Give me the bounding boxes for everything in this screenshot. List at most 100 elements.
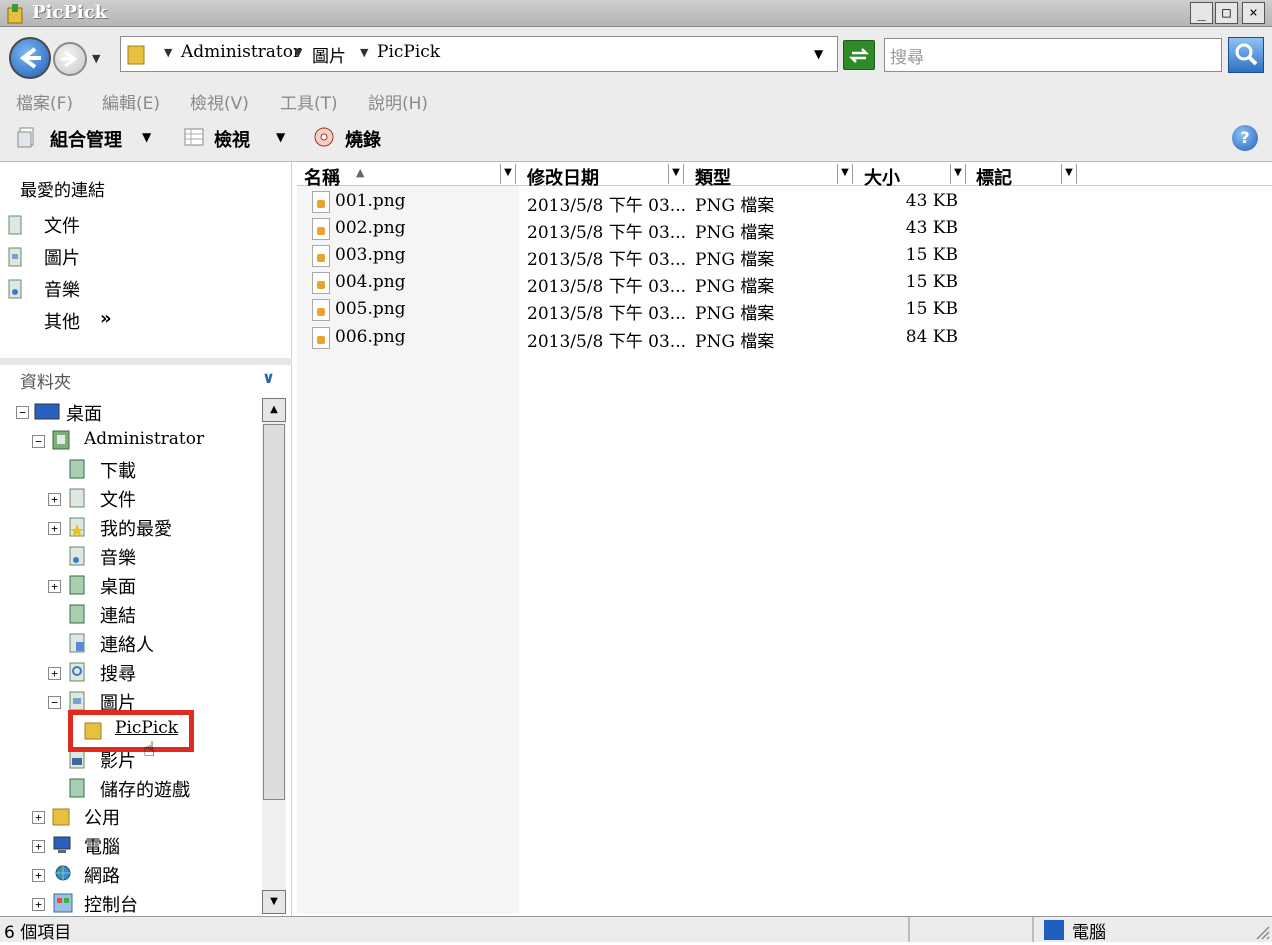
column-filter-dropdown[interactable]: ▼ xyxy=(668,164,684,184)
chevron-down-icon[interactable]: ▼ xyxy=(164,46,172,59)
sorted-column-shade xyxy=(297,186,519,914)
expand-toggle[interactable]: + xyxy=(32,840,45,853)
organize-dropdown-icon[interactable]: ▼ xyxy=(142,130,151,144)
expand-toggle[interactable]: + xyxy=(48,493,61,506)
menu-edit[interactable]: 編輯(E) xyxy=(102,89,160,114)
chevron-down-icon[interactable]: ▼ xyxy=(294,46,302,59)
expand-toggle[interactable]: + xyxy=(48,580,61,593)
file-size: 43 KB xyxy=(905,218,958,238)
chevron-down-icon[interactable]: ▼ xyxy=(360,46,368,59)
recent-pages-dropdown[interactable]: ▼ xyxy=(92,52,100,65)
contacts-folder-icon xyxy=(68,632,86,654)
favorite-more[interactable]: 其他 xyxy=(44,308,80,334)
search-button[interactable] xyxy=(1228,37,1264,73)
column-header-size[interactable]: 大小 xyxy=(864,164,900,190)
scroll-down-button[interactable]: ▼ xyxy=(262,890,286,914)
file-date: 2013/5/8 下午 03... xyxy=(527,332,687,352)
column-header-name[interactable]: 名稱 xyxy=(304,164,340,190)
help-icon[interactable]: ? xyxy=(1232,125,1258,151)
menu-view[interactable]: 檢視(V) xyxy=(190,89,249,114)
item-count: 6 個項目 xyxy=(4,923,72,943)
breadcrumb-administrator[interactable]: Administrator xyxy=(181,42,301,62)
tree-item-contacts[interactable]: 連絡人 xyxy=(100,631,154,657)
expand-toggle[interactable]: + xyxy=(32,898,45,911)
search-input[interactable] xyxy=(884,38,1222,72)
file-date: 2013/5/8 下午 03... xyxy=(527,250,687,270)
computer-icon xyxy=(52,834,71,856)
tree-item-links[interactable]: 連結 xyxy=(100,602,136,628)
tree-item-saved-games[interactable]: 儲存的遊戲 xyxy=(100,776,190,802)
maximize-button[interactable]: □ xyxy=(1215,2,1238,24)
tree-item-control-panel[interactable]: 控制台 xyxy=(84,891,138,917)
documents-folder-icon xyxy=(68,487,86,509)
column-filter-dropdown[interactable]: ▼ xyxy=(1061,164,1077,184)
favorite-pictures[interactable]: 圖片 xyxy=(44,244,80,270)
title-bar[interactable] xyxy=(0,0,1272,27)
png-file-icon xyxy=(312,218,330,240)
views-dropdown-icon[interactable]: ▼ xyxy=(276,130,285,144)
file-date: 2013/5/8 下午 03... xyxy=(527,304,687,324)
sort-ascending-icon: ▲ xyxy=(356,166,365,179)
refresh-button[interactable] xyxy=(843,40,875,70)
tree-item-computer[interactable]: 電腦 xyxy=(84,833,120,859)
tree-item-documents[interactable]: 文件 xyxy=(100,486,136,512)
expand-toggle[interactable]: + xyxy=(32,869,45,882)
file-name: 003.png xyxy=(335,245,406,265)
burn-button[interactable]: 燒錄 xyxy=(345,126,381,152)
views-icon xyxy=(183,126,205,148)
expand-toggle[interactable]: + xyxy=(48,667,61,680)
column-filter-dropdown[interactable]: ▼ xyxy=(500,164,516,184)
tree-item-public[interactable]: 公用 xyxy=(84,804,120,830)
user-folder-icon xyxy=(52,429,70,451)
search-placeholder: 搜尋 xyxy=(890,48,924,68)
chevron-down-icon[interactable]: ∨ xyxy=(262,368,275,387)
tree-item-desktop[interactable]: 桌面 xyxy=(66,400,102,426)
collapse-toggle[interactable]: − xyxy=(48,696,61,709)
tree-item-desktop-folder[interactable]: 桌面 xyxy=(100,573,136,599)
collapse-toggle[interactable]: − xyxy=(16,406,29,419)
tree-item-favorites[interactable]: 我的最愛 xyxy=(100,515,172,541)
burn-icon xyxy=(313,126,335,148)
tree-item-music[interactable]: 音樂 xyxy=(100,544,136,570)
minimize-button[interactable]: _ xyxy=(1190,2,1213,24)
forward-button[interactable] xyxy=(53,42,87,76)
column-header-tags[interactable]: 標記 xyxy=(976,164,1012,190)
pictures-icon xyxy=(8,246,24,268)
file-name: 004.png xyxy=(335,272,406,292)
column-filter-dropdown[interactable]: ▼ xyxy=(837,164,853,184)
menu-tools[interactable]: 工具(T) xyxy=(280,89,338,114)
more-chevron-icon[interactable]: » xyxy=(100,308,112,329)
collapse-toggle[interactable]: − xyxy=(32,435,45,448)
close-button[interactable]: × xyxy=(1242,2,1265,24)
column-header-row xyxy=(297,162,1272,186)
file-type: PNG 檔案 xyxy=(695,250,775,270)
column-header-type[interactable]: 類型 xyxy=(695,164,731,190)
breadcrumb-pictures[interactable]: 圖片 xyxy=(312,42,346,67)
tree-item-searches[interactable]: 搜尋 xyxy=(100,660,136,686)
expand-toggle[interactable]: + xyxy=(48,522,61,535)
favorite-documents[interactable]: 文件 xyxy=(44,212,80,238)
folders-title[interactable]: 資料夾 xyxy=(20,368,71,393)
searches-folder-icon xyxy=(68,661,86,683)
network-icon xyxy=(52,863,71,885)
favorite-music[interactable]: 音樂 xyxy=(44,276,80,302)
expand-toggle[interactable]: + xyxy=(32,811,45,824)
pane-splitter[interactable] xyxy=(0,358,292,365)
png-file-icon xyxy=(312,245,330,267)
menu-help[interactable]: 說明(H) xyxy=(368,89,428,114)
scroll-thumb[interactable] xyxy=(263,424,285,800)
column-header-date[interactable]: 修改日期 xyxy=(527,164,599,190)
favorite-links-title: 最愛的連結 xyxy=(20,181,105,201)
resize-grip-icon[interactable] xyxy=(1252,922,1270,940)
breadcrumb-picpick[interactable]: PicPick xyxy=(377,42,440,62)
menu-file[interactable]: 檔案(F) xyxy=(16,89,73,114)
views-button[interactable]: 檢視 xyxy=(214,126,250,152)
tree-item-administrator[interactable]: Administrator xyxy=(84,429,204,449)
organize-button[interactable]: 組合管理 xyxy=(50,126,122,152)
address-dropdown-icon[interactable]: ▼ xyxy=(814,47,823,61)
tree-item-network[interactable]: 網路 xyxy=(84,862,120,888)
column-filter-dropdown[interactable]: ▼ xyxy=(950,164,966,184)
scroll-up-button[interactable]: ▲ xyxy=(262,398,286,422)
back-button[interactable] xyxy=(9,37,51,79)
tree-item-downloads[interactable]: 下載 xyxy=(100,457,136,483)
